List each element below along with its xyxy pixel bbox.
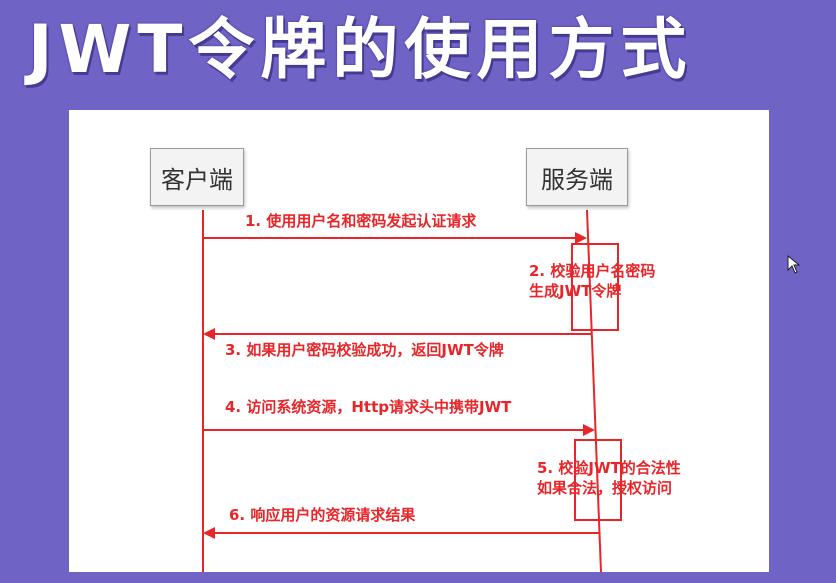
server-actor-label: 服务端 (541, 165, 613, 194)
server-actor-box: 服务端 (526, 148, 628, 206)
note-2-line-2: 如果合法，授权访问 (537, 479, 673, 497)
message-1-label: 1. 使用用户名和密码发起认证请求 (245, 212, 477, 230)
client-actor-label: 客户端 (161, 165, 233, 194)
mouse-cursor-icon (787, 255, 801, 274)
message-4-label: 4. 访问系统资源，Http请求头中携带JWT (225, 398, 512, 416)
arrow-4-head (583, 424, 595, 436)
sequence-diagram: 客户端 服务端 1. 使用用户名和密码发起认证请求 2. 校验用户名密码 生成J… (69, 110, 769, 572)
arrow-1-head (575, 232, 587, 244)
note-1-line-1: 2. 校验用户名密码 (529, 262, 656, 280)
message-3-label: 3. 如果用户密码校验成功，返回JWT令牌 (225, 341, 504, 359)
message-6-label: 6. 响应用户的资源请求结果 (229, 506, 416, 524)
arrow-3-head (203, 328, 215, 340)
note-2-line-1: 5. 校验JWT的合法性 (537, 459, 681, 477)
note-1-line-2: 生成JWT令牌 (529, 282, 622, 300)
page-title: JWT令牌的使用方式 (28, 11, 693, 88)
client-actor-box: 客户端 (150, 148, 244, 206)
arrow-6-head (203, 527, 215, 539)
